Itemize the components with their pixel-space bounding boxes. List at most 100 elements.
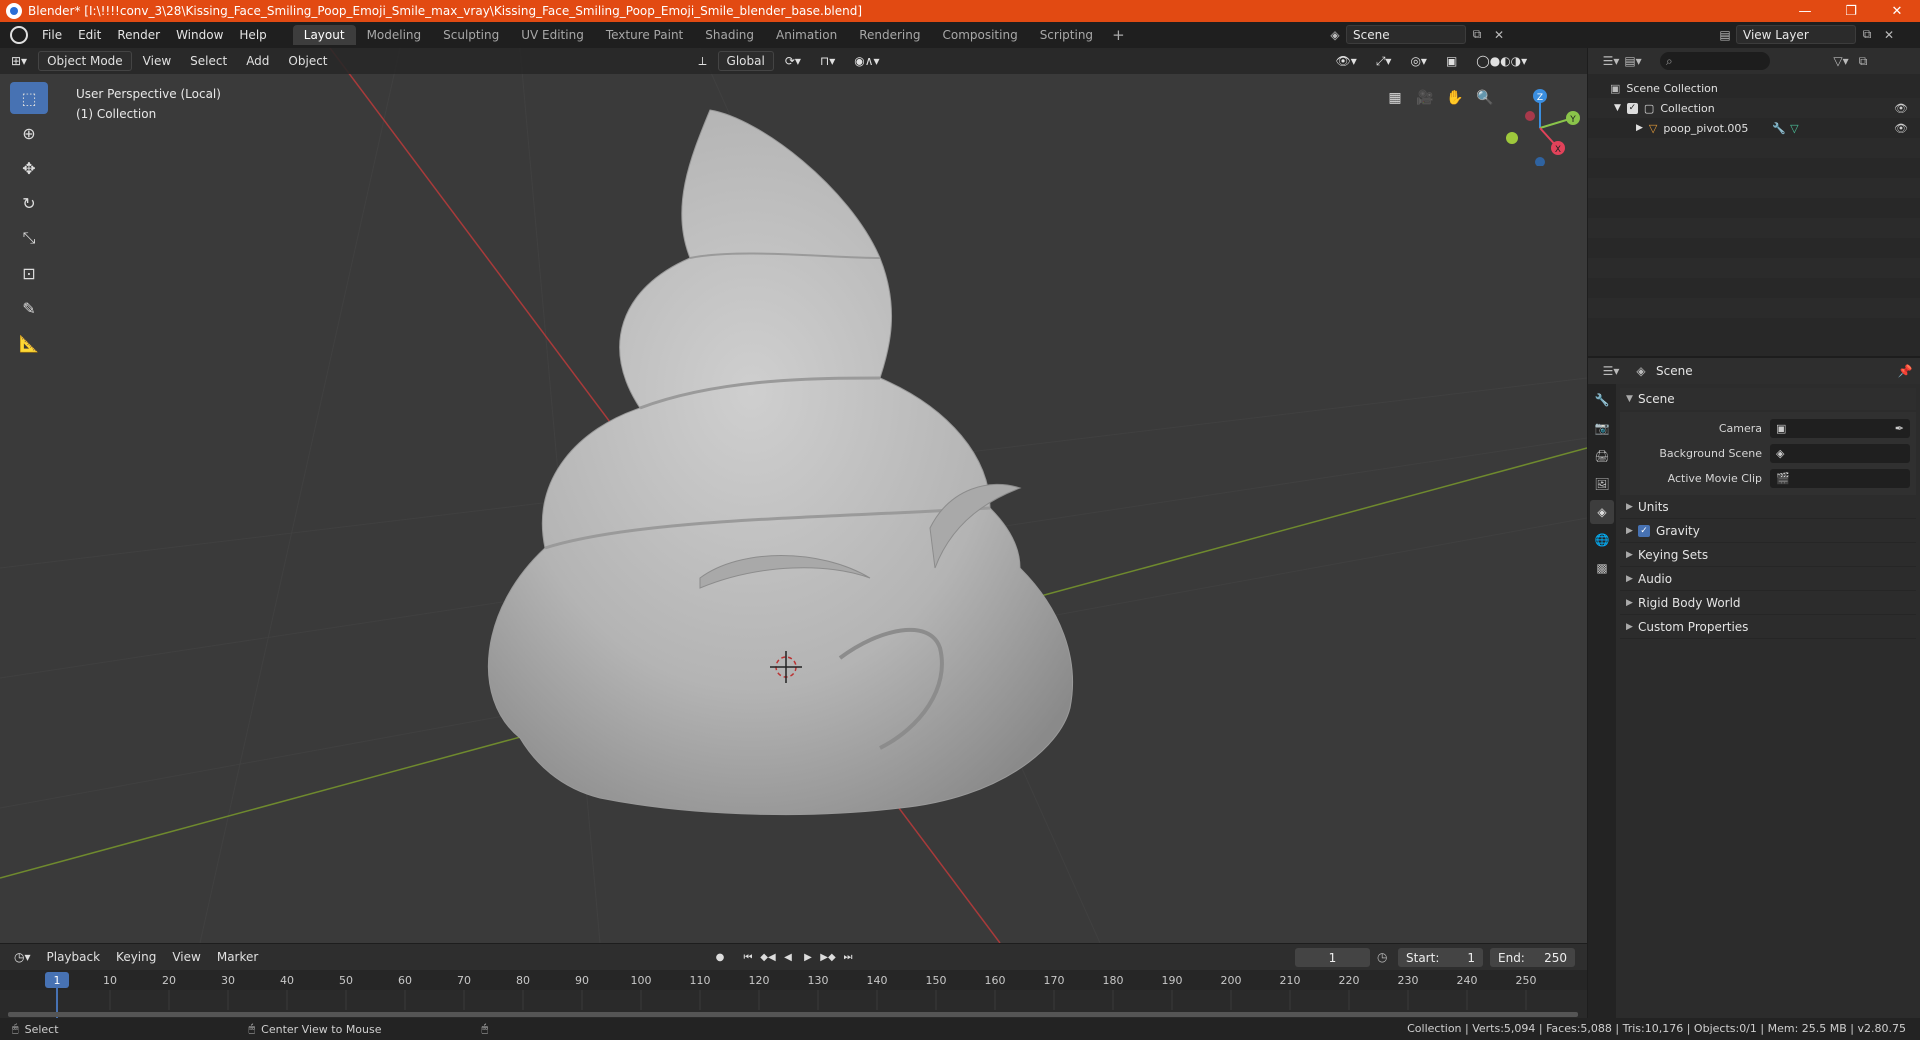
next-keyframe-icon[interactable]: ▶◆ — [818, 948, 838, 966]
transform-orientation-dropdown[interactable]: Global — [717, 51, 774, 71]
maximize-button[interactable]: ❐ — [1828, 0, 1874, 22]
timeline-menu-marker[interactable]: Marker — [209, 948, 266, 966]
jump-start-icon[interactable]: ⏮ — [738, 948, 758, 966]
overlays-icon[interactable]: ◎▾ — [1402, 52, 1435, 70]
prev-keyframe-icon[interactable]: ◆◀ — [758, 948, 778, 966]
remove-scene-icon[interactable]: ✕ — [1488, 25, 1510, 44]
scale-tool-icon[interactable]: ⤡ — [10, 222, 48, 254]
record-icon[interactable]: ● — [710, 948, 730, 966]
properties-editor-icon[interactable]: ☰▾ — [1600, 362, 1622, 381]
camera-field[interactable]: ▣ ✒ — [1770, 419, 1910, 438]
xray-icon[interactable]: ▣ — [1438, 52, 1465, 70]
scene-panel-header[interactable]: ▼ Scene — [1620, 388, 1916, 410]
tab-sculpting[interactable]: Sculpting — [432, 25, 510, 45]
start-frame-field[interactable]: Start: 1 — [1398, 948, 1483, 967]
viewport-scene[interactable] — [0, 48, 1587, 943]
background-scene-field[interactable]: ◈ — [1770, 444, 1910, 463]
units-panel-header[interactable]: ▶ Units — [1620, 495, 1916, 519]
output-tab-icon[interactable]: 🖨 — [1590, 444, 1614, 468]
scene-field[interactable]: Scene — [1346, 25, 1466, 44]
jump-end-icon[interactable]: ⏭ — [838, 948, 858, 966]
filter-icon[interactable]: ▽▾ — [1830, 52, 1852, 71]
keying-sets-panel-header[interactable]: ▶ Keying Sets — [1620, 543, 1916, 567]
view-layer-field[interactable]: View Layer — [1736, 25, 1856, 44]
texture-tab-icon[interactable]: ▩ — [1590, 556, 1614, 580]
view-layer-tab-icon[interactable]: 🖼 — [1590, 472, 1614, 496]
scene-tab-icon[interactable]: ◈ — [1590, 500, 1614, 524]
new-view-layer-icon[interactable]: ⧉ — [1856, 25, 1878, 44]
3d-viewport[interactable]: ⊞▾ Object Mode View Select Add Object ⟂ … — [0, 48, 1587, 943]
expand-arrow-icon[interactable]: ▼ — [1614, 103, 1621, 113]
pan-hand-icon[interactable]: ✋ — [1440, 84, 1470, 112]
current-frame-field[interactable]: 1 — [1295, 948, 1370, 967]
end-frame-field[interactable]: End: 250 — [1490, 948, 1575, 967]
minimize-button[interactable]: — — [1782, 0, 1828, 22]
annotate-tool-icon[interactable]: ✎ — [10, 292, 48, 324]
play-reverse-icon[interactable]: ◀ — [778, 948, 798, 966]
view-layer-icon[interactable]: ▤ — [1714, 25, 1736, 44]
snap-icon[interactable]: ⊓▾ — [812, 52, 843, 70]
scene-icon[interactable]: ◈ — [1324, 25, 1346, 44]
world-tab-icon[interactable]: 🌐 — [1590, 528, 1614, 552]
gravity-panel-header[interactable]: ▶ ✓ Gravity — [1620, 519, 1916, 543]
zoom-icon[interactable]: 🔍 — [1470, 84, 1500, 112]
render-tab-icon[interactable]: 📷 — [1590, 416, 1614, 440]
measure-tool-icon[interactable]: 📐 — [10, 327, 48, 359]
mesh-data-icon[interactable]: ▽ — [1790, 122, 1798, 135]
menu-window[interactable]: Window — [168, 28, 231, 42]
cursor-tool-icon[interactable]: ⊕ — [10, 117, 48, 149]
blender-menu-icon[interactable] — [10, 26, 28, 44]
editor-type-icon[interactable]: ⊞▾ — [3, 52, 35, 70]
shading-modes-icon[interactable]: ◯●◐◑▾ — [1468, 52, 1535, 70]
play-icon[interactable]: ▶ — [798, 948, 818, 966]
rigid-body-world-panel-header[interactable]: ▶ Rigid Body World — [1620, 591, 1916, 615]
camera-view-icon[interactable]: 🎥 — [1410, 84, 1440, 112]
object-expand-arrow-icon[interactable]: ▶ — [1636, 123, 1643, 133]
tool-tab-icon[interactable]: 🔧 — [1590, 388, 1614, 412]
rotate-tool-icon[interactable]: ↻ — [10, 187, 48, 219]
toggle-grid-icon[interactable]: ▦ — [1380, 84, 1410, 112]
custom-properties-panel-header[interactable]: ▶ Custom Properties — [1620, 615, 1916, 639]
proportional-edit-icon[interactable]: ◉∧▾ — [846, 52, 887, 70]
tab-layout[interactable]: Layout — [292, 25, 356, 45]
outliner-search-input[interactable]: ⌕ — [1660, 52, 1770, 70]
pivot-point-icon[interactable]: ⟳▾ — [777, 52, 809, 70]
transform-orientation-icon[interactable]: ⟂ — [691, 52, 715, 71]
new-collection-icon[interactable]: ⧉ — [1852, 52, 1874, 71]
outliner-row-collection[interactable]: ▼ ✓ ▢ Collection 👁 — [1588, 98, 1920, 118]
display-mode-icon[interactable]: ▤▾ — [1622, 52, 1644, 71]
viewport-menu-view[interactable]: View — [135, 52, 179, 70]
viewport-menu-add[interactable]: Add — [238, 52, 277, 70]
collection-visibility-icon[interactable]: 👁 — [1894, 102, 1908, 115]
menu-render[interactable]: Render — [109, 28, 168, 42]
viewport-menu-object[interactable]: Object — [280, 52, 335, 70]
clock-icon[interactable]: ◷ — [1377, 950, 1387, 964]
tab-animation[interactable]: Animation — [765, 25, 848, 45]
viewport-menu-select[interactable]: Select — [182, 52, 235, 70]
timeline-menu-keying[interactable]: Keying — [108, 948, 164, 966]
tab-shading[interactable]: Shading — [694, 25, 765, 45]
visibility-icon[interactable]: 👁▾ — [1328, 52, 1365, 70]
mode-dropdown[interactable]: Object Mode — [38, 51, 132, 71]
audio-panel-header[interactable]: ▶ Audio — [1620, 567, 1916, 591]
menu-edit[interactable]: Edit — [70, 28, 109, 42]
navigation-gizmo[interactable]: Z Y X — [1500, 86, 1580, 166]
remove-view-layer-icon[interactable]: ✕ — [1878, 25, 1900, 44]
move-tool-icon[interactable]: ✥ — [10, 152, 48, 184]
gizmo-toggle-icon[interactable]: ⤢▾ — [1368, 52, 1400, 71]
outliner-editor-icon[interactable]: ☰▾ — [1600, 52, 1622, 71]
eyedropper-icon[interactable]: ✒ — [1895, 422, 1904, 435]
pin-icon[interactable]: 📌 — [1894, 362, 1916, 381]
active-movie-clip-field[interactable]: 🎬 — [1770, 469, 1910, 488]
tab-texture-paint[interactable]: Texture Paint — [595, 25, 694, 45]
add-workspace-button[interactable]: + — [1104, 26, 1133, 44]
object-visibility-icon[interactable]: 👁 — [1894, 122, 1908, 135]
collection-checkbox[interactable]: ✓ — [1626, 102, 1638, 114]
timeline-ruler[interactable]: 1 10 20 30 40 50 60 70 80 90 100 110 120 130 140 150 160… — [0, 970, 1587, 1018]
menu-help[interactable]: Help — [231, 28, 274, 42]
timeline-menu-view[interactable]: View — [164, 948, 208, 966]
tab-uv-editing[interactable]: UV Editing — [510, 25, 595, 45]
gravity-checkbox[interactable]: ✓ — [1638, 524, 1650, 537]
tab-rendering[interactable]: Rendering — [848, 25, 931, 45]
tab-modeling[interactable]: Modeling — [356, 25, 433, 45]
